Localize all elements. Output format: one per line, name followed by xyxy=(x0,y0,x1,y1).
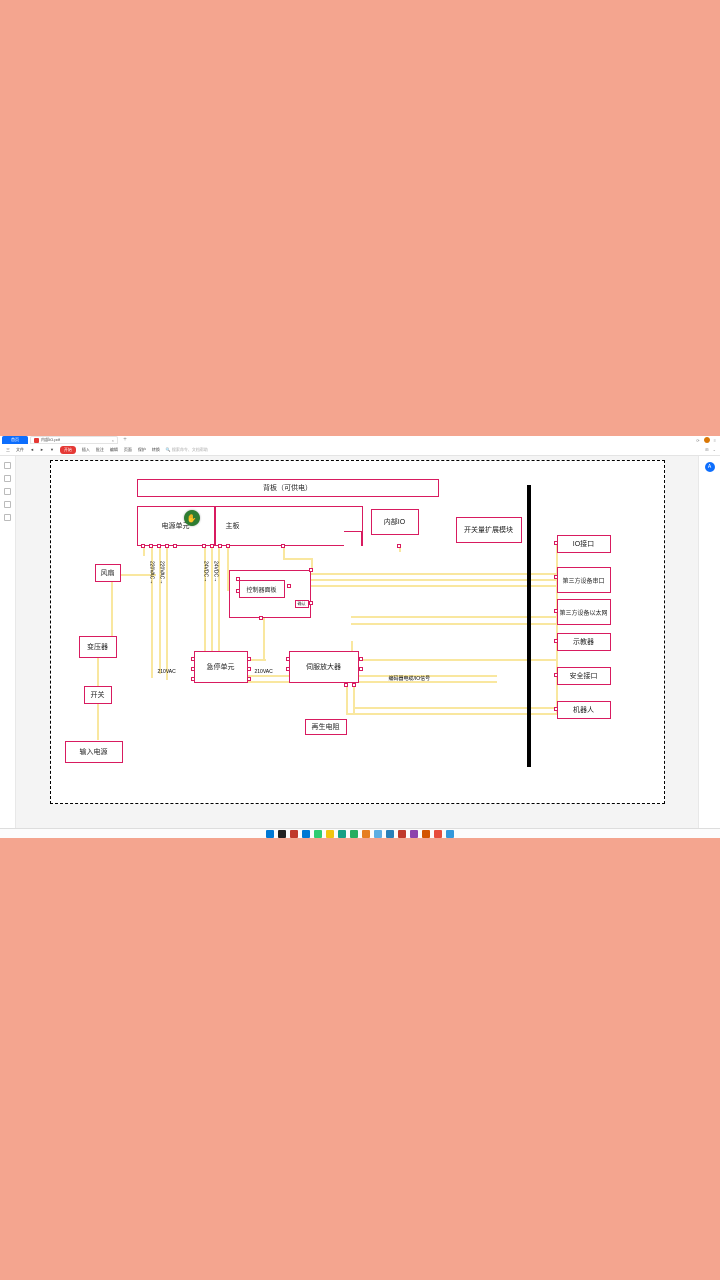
box-robot: 机器人 xyxy=(557,701,611,719)
box-backplane: 背板（可供电） xyxy=(137,479,439,497)
menu-back-icon[interactable]: ◄ xyxy=(30,447,34,452)
box-third-eth: 第三方设备以太网 xyxy=(557,599,611,625)
sidebar-signature-icon[interactable] xyxy=(4,501,11,508)
ai-assistant-icon[interactable]: A xyxy=(705,462,715,472)
label-220vac-1: 220VAC→ xyxy=(149,561,155,584)
box-switch-ext: 开关量扩展模块 xyxy=(456,517,522,543)
taskbar-app-2[interactable] xyxy=(290,830,298,838)
taskbar-app-8[interactable] xyxy=(362,830,370,838)
new-tab-button[interactable]: + xyxy=(120,436,130,444)
chassis-divider xyxy=(527,485,531,767)
label-24v-1: 24VDC→ xyxy=(203,561,209,582)
menu-convert[interactable]: 转换 xyxy=(152,447,160,453)
taskbar-app-1[interactable] xyxy=(278,830,286,838)
taskbar-app-11[interactable] xyxy=(398,830,406,838)
right-sidebar: A xyxy=(698,456,720,828)
avatar[interactable] xyxy=(704,437,710,443)
label-210vac-1: 210VAC xyxy=(158,669,176,675)
box-controller-panel: 控制器面板 xyxy=(239,580,285,598)
box-fan: 风扇 xyxy=(95,564,121,582)
menu-right: ⊞ ⌄ xyxy=(705,447,716,452)
file-tab-label: 内部IO.pdf xyxy=(41,437,60,443)
taskbar-app-15[interactable] xyxy=(446,830,454,838)
left-sidebar xyxy=(0,456,16,828)
menu-icon[interactable]: ≡ xyxy=(714,438,716,443)
taskbar-app-10[interactable] xyxy=(386,830,394,838)
sidebar-bookmark-icon[interactable] xyxy=(4,475,11,482)
search-placeholder: 搜索命令、文档帮助 xyxy=(172,447,208,453)
box-switch: 开关 xyxy=(84,686,112,704)
taskbar-start-icon[interactable] xyxy=(266,830,274,838)
taskbar-app-3[interactable] xyxy=(302,830,310,838)
box-main-board-notch xyxy=(344,531,362,546)
box-servo-amp: 伺服放大器 xyxy=(289,651,359,683)
sync-icon[interactable]: ⟳ xyxy=(696,438,699,443)
app-window: 首页 内部IO.pdf × + ⟳ ≡ 三 文件 ◄ ► ▼ 开始 插入 批注 … xyxy=(0,436,720,838)
box-power-unit: 电源单元 xyxy=(137,506,215,546)
file-tab[interactable]: 内部IO.pdf × xyxy=(30,436,118,444)
tab-strip: 首页 内部IO.pdf × + ⟳ ≡ xyxy=(0,436,720,444)
box-controller-btn: 确认 xyxy=(295,600,309,608)
label-210vac-2: 210VAC xyxy=(255,669,273,675)
pdf-icon xyxy=(34,438,39,443)
sidebar-more-icon[interactable] xyxy=(4,514,11,521)
box-transformer: 变压器 xyxy=(79,636,117,658)
sidebar-thumbnail-icon[interactable] xyxy=(4,462,11,469)
cursor-badge: ✋ xyxy=(184,510,200,526)
label-encoder: 编码器电缆/IO信号 xyxy=(389,675,431,682)
taskbar-app-7[interactable] xyxy=(350,830,358,838)
box-input-power: 输入电源 xyxy=(65,741,123,763)
taskbar-app-13[interactable] xyxy=(422,830,430,838)
label-24v-2: 24VDC→ xyxy=(213,561,219,582)
menu-page[interactable]: 页面 xyxy=(124,447,132,453)
box-safety-if: 安全接口 xyxy=(557,667,611,685)
main-area: 背板（可供电） 电源单元 主板 内部IO 开关量扩展模块 风扇 控制器面板 确认… xyxy=(0,456,720,828)
box-estop-unit: 急停单元 xyxy=(194,651,248,683)
menu-tool-icon[interactable]: ⊞ xyxy=(705,447,708,452)
sidebar-attachment-icon[interactable] xyxy=(4,488,11,495)
menu-edit[interactable]: 编辑 xyxy=(110,447,118,453)
taskbar xyxy=(0,828,720,838)
menu-protect[interactable]: 保护 xyxy=(138,447,146,453)
menu-drop-icon[interactable]: ▼ xyxy=(50,447,54,452)
search-icon: 🔍 xyxy=(166,447,171,452)
box-main-board: 主板 xyxy=(215,506,363,546)
menu-bar: 三 文件 ◄ ► ▼ 开始 插入 批注 编辑 页面 保护 转换 🔍 搜索命令、文… xyxy=(0,444,720,456)
pdf-page: 背板（可供电） 电源单元 主板 内部IO 开关量扩展模块 风扇 控制器面板 确认… xyxy=(50,460,665,804)
taskbar-app-12[interactable] xyxy=(410,830,418,838)
box-internal-io: 内部IO xyxy=(371,509,419,535)
taskbar-app-5[interactable] xyxy=(326,830,334,838)
tab-controls: ⟳ ≡ xyxy=(696,437,716,443)
menu-expand-icon[interactable]: ⌄ xyxy=(713,447,716,452)
menu-forward-icon[interactable]: ► xyxy=(40,447,44,452)
menu-hamburger-icon[interactable]: 三 xyxy=(6,447,10,453)
menu-start[interactable]: 开始 xyxy=(60,446,76,454)
taskbar-app-9[interactable] xyxy=(374,830,382,838)
menu-insert[interactable]: 插入 xyxy=(82,447,90,453)
taskbar-app-14[interactable] xyxy=(434,830,442,838)
menu-file[interactable]: 文件 xyxy=(16,447,24,453)
search-box[interactable]: 🔍 搜索命令、文档帮助 xyxy=(166,447,208,453)
box-io-interface: IO接口 xyxy=(557,535,611,553)
menu-comment[interactable]: 批注 xyxy=(96,447,104,453)
label-220vac-2: 220VAC→ xyxy=(159,561,165,584)
home-tab[interactable]: 首页 xyxy=(2,436,28,444)
taskbar-app-6[interactable] xyxy=(338,830,346,838)
box-third-serial: 第三方设备串口 xyxy=(557,567,611,593)
box-regen-res: 再生电阻 xyxy=(305,719,347,735)
canvas[interactable]: 背板（可供电） 电源单元 主板 内部IO 开关量扩展模块 风扇 控制器面板 确认… xyxy=(16,456,698,828)
taskbar-app-4[interactable] xyxy=(314,830,322,838)
close-icon[interactable]: × xyxy=(112,438,114,443)
box-teach-pendant: 示教器 xyxy=(557,633,611,651)
